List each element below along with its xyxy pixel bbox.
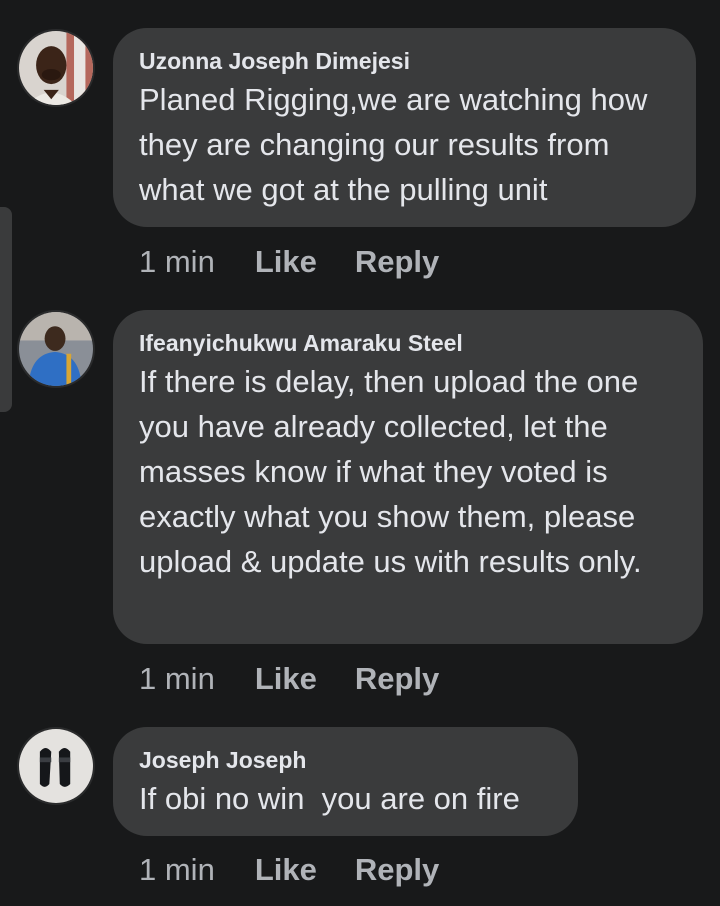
reply-button[interactable]: Reply — [355, 661, 439, 697]
reply-button[interactable]: Reply — [355, 852, 439, 888]
comment-actions: 1 min Like Reply — [139, 244, 477, 280]
reply-button[interactable]: Reply — [355, 244, 439, 280]
comment-text: Planed Rigging,we are watching how they … — [139, 82, 656, 207]
comment-text: If there is delay, then upload the one y… — [139, 364, 647, 579]
comment-timestamp[interactable]: 1 min — [139, 852, 215, 888]
comment-bubble: Ifeanyichukwu Amaraku Steel If there is … — [113, 310, 703, 644]
avatar-photo-icon — [19, 729, 93, 803]
scroll-indicator[interactable] — [0, 207, 12, 412]
comment-text: If obi no win you are on fire — [139, 781, 520, 816]
like-button[interactable]: Like — [255, 661, 317, 697]
comment-timestamp[interactable]: 1 min — [139, 244, 215, 280]
comment-bubble: Joseph Joseph If obi no win you are on f… — [113, 727, 578, 836]
comment-timestamp[interactable]: 1 min — [139, 661, 215, 697]
avatar-photo-icon — [19, 31, 93, 105]
comment-bubble: Uzonna Joseph Dimejesi Planed Rigging,we… — [113, 28, 696, 227]
avatar[interactable] — [17, 310, 95, 388]
avatar-photo-icon — [19, 312, 93, 386]
like-button[interactable]: Like — [255, 852, 317, 888]
comment-actions: 1 min Like Reply — [139, 852, 477, 888]
comment-author[interactable]: Uzonna Joseph Dimejesi — [139, 46, 670, 76]
comment-author[interactable]: Ifeanyichukwu Amaraku Steel — [139, 328, 677, 358]
comment-actions: 1 min Like Reply — [139, 661, 477, 697]
comment-author[interactable]: Joseph Joseph — [139, 745, 552, 775]
avatar[interactable] — [17, 29, 95, 107]
avatar[interactable] — [17, 727, 95, 805]
like-button[interactable]: Like — [255, 244, 317, 280]
